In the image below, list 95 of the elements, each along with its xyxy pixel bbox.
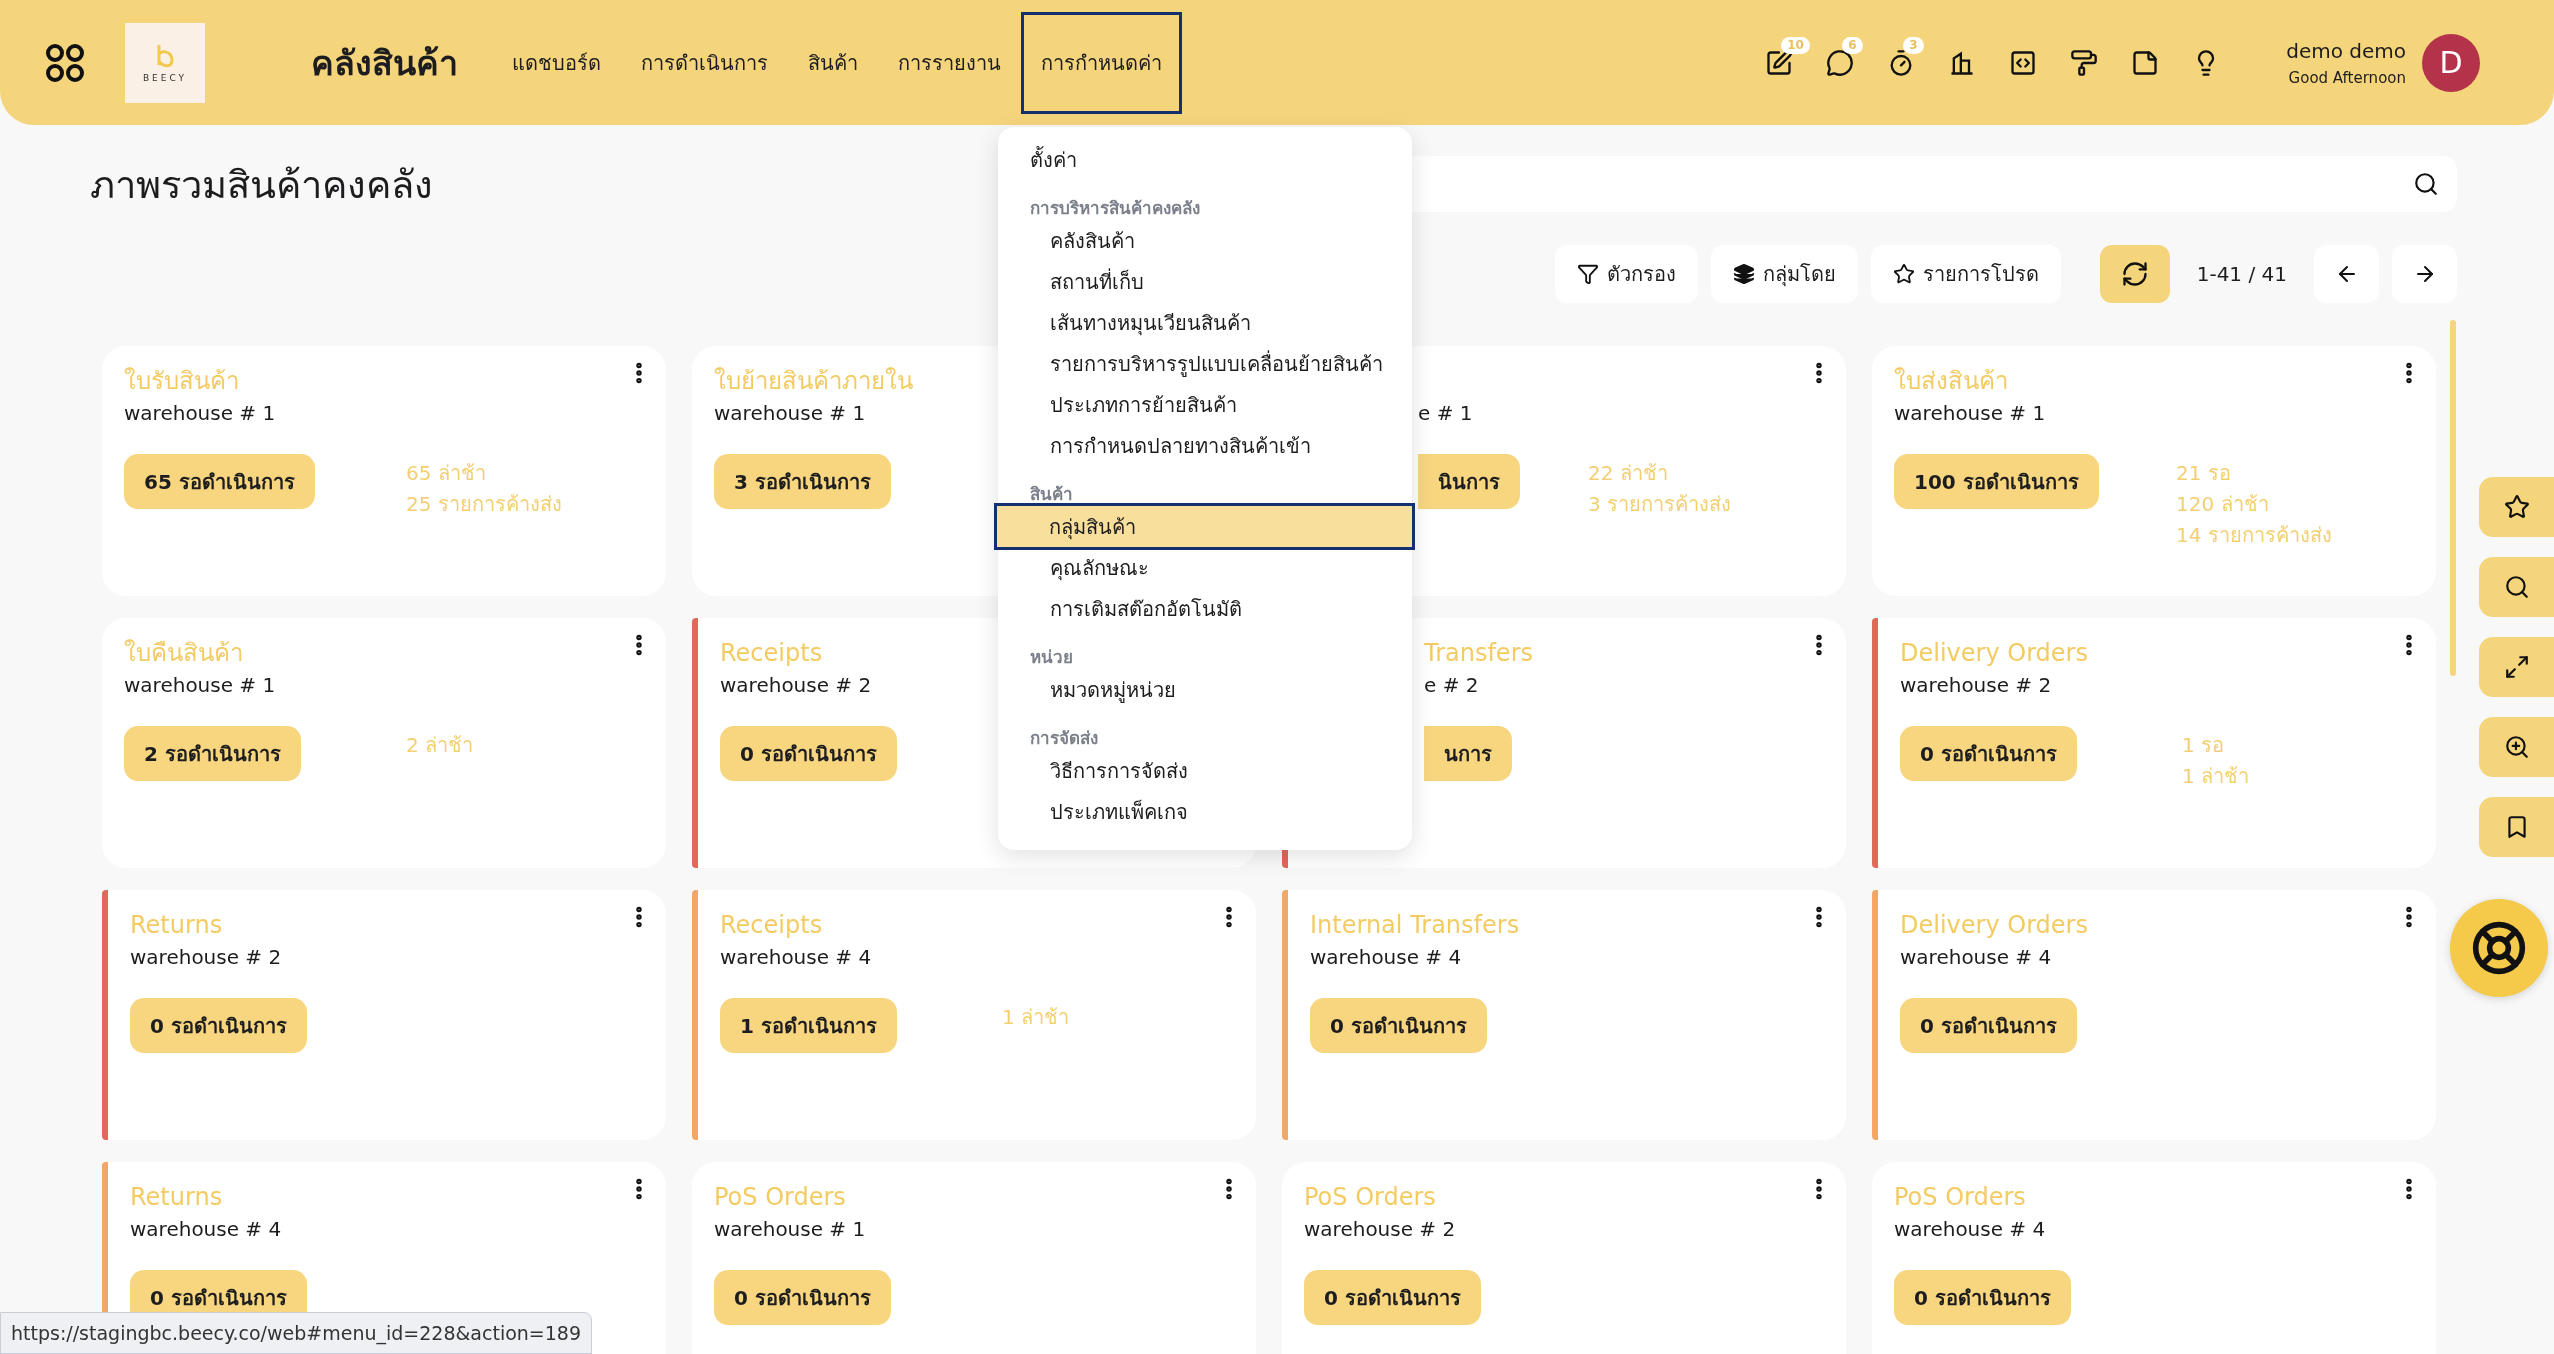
refresh-icon xyxy=(2120,260,2149,288)
warehouse-label: warehouse # 4 xyxy=(720,944,872,971)
warehouse-label: warehouse # 4 xyxy=(130,1216,282,1243)
overview-card[interactable]: ใบรับสินค้า warehouse # 1 65 รอดำเนินการ 65 ล่าช้า 25 รายการค้างส่ง xyxy=(102,346,666,596)
overview-card[interactable]: Returns warehouse # 2 0 รอดำเนินการ xyxy=(102,890,666,1140)
warehouse-label: warehouse # 1 xyxy=(714,1216,866,1243)
filter-icon xyxy=(1576,263,1599,285)
overview-card[interactable]: PoS Orders warehouse # 4 0 รอดำเนินการ xyxy=(1872,1162,2436,1354)
greeting-text: Good Afternoon xyxy=(2288,68,2406,87)
count-badge: 3 xyxy=(1903,36,1924,54)
pending-button[interactable]: 0 รอดำเนินการ xyxy=(720,726,897,781)
menu-section-header: สินค้า xyxy=(1029,482,1074,506)
zoom-in-icon xyxy=(2503,734,2530,760)
favorite-button[interactable] xyxy=(2479,477,2554,537)
pending-button[interactable]: 0 รอดำเนินการ xyxy=(1900,998,2077,1053)
pending-button[interactable]: 1 รอดำเนินการ xyxy=(720,998,897,1053)
link-url-tooltip: https://stagingbc.beecy.co/web#menu_id=228&action=189 xyxy=(0,1312,593,1354)
user-avatar[interactable]: D xyxy=(2422,33,2480,92)
menu-section-header: หน่วย xyxy=(1029,645,1074,669)
logo-text: BEECY xyxy=(142,72,188,83)
overview-card[interactable]: ใบคืนสินค้า warehouse # 1 2 รอดำเนินการ 2 ล่าช้า xyxy=(102,618,666,868)
nav-menu-item[interactable]: การรายงาน xyxy=(878,11,1021,114)
lifebuoy-icon xyxy=(2471,920,2527,976)
warehouse-label: warehouse # 2 xyxy=(1900,672,2052,699)
zoom-in-button[interactable] xyxy=(2479,717,2554,777)
menu-item[interactable]: กลุ่มสินค้า xyxy=(997,506,1412,547)
expand-icon xyxy=(2503,654,2530,680)
overview-card[interactable]: ใบส่งสินค้า warehouse # 1 100 รอดำเนินการ 21 รอ 120 ล่าช้า 14 รายการค้างส่ง xyxy=(1872,346,2436,596)
search-button[interactable] xyxy=(2479,557,2554,617)
overview-card[interactable]: Internal Transfers warehouse # 4 0 รอดำเนินการ xyxy=(1282,890,1846,1140)
pending-button[interactable]: 2 รอดำเนินการ xyxy=(124,726,301,781)
chat-icon[interactable] xyxy=(1826,48,1855,77)
expand-button[interactable] xyxy=(2479,637,2554,697)
nav-menu-item[interactable]: แดชบอร์ด xyxy=(492,11,621,114)
nav-menu-item[interactable]: การดำเนินการ xyxy=(621,11,788,114)
warehouse-label: warehouse # 1 xyxy=(124,400,276,427)
edit-icon[interactable] xyxy=(1765,48,1794,77)
overview-card[interactable]: Receipts warehouse # 4 1 รอดำเนินการ 1 ล่าช้า xyxy=(692,890,1256,1140)
warehouse-label: warehouse # 1 xyxy=(1894,400,2046,427)
overview-card[interactable]: Delivery Orders warehouse # 4 0 รอดำเนินการ xyxy=(1872,890,2436,1140)
menu-item[interactable]: สถานที่เก็บ xyxy=(998,261,1412,302)
star-icon xyxy=(1892,263,1915,285)
warehouse-label: warehouse # 1 xyxy=(714,400,866,427)
layers-icon xyxy=(1732,263,1755,285)
paint-roller-icon[interactable] xyxy=(2070,48,2099,77)
menu-section-header: การบริหารสินค้าคงคลัง xyxy=(1029,196,1201,220)
pending-button[interactable]: นการ xyxy=(1424,726,1512,781)
search-icon xyxy=(2413,171,2439,197)
pending-button[interactable]: นินการ xyxy=(1418,454,1520,509)
warehouse-label: warehouse # 2 xyxy=(720,672,872,699)
app-title: คลังสินค้า xyxy=(311,41,458,85)
count-badge: 10 xyxy=(1781,36,1810,54)
toolbar-button[interactable]: รายการโปรด xyxy=(1870,245,2061,303)
pending-button[interactable]: 0 รอดำเนินการ xyxy=(130,998,307,1053)
pending-button[interactable]: 0 รอดำเนินการ xyxy=(1894,1270,2071,1325)
search-icon xyxy=(2503,574,2530,600)
warehouse-label: warehouse # 4 xyxy=(1894,1216,2046,1243)
company-logo[interactable]: BEECY xyxy=(125,22,205,103)
code-icon[interactable] xyxy=(2009,48,2038,77)
pending-button[interactable]: 0 รอดำเนินการ xyxy=(714,1270,891,1325)
refresh-button[interactable] xyxy=(2099,245,2170,303)
overview-card[interactable]: PoS Orders warehouse # 2 0 รอดำเนินการ xyxy=(1282,1162,1846,1354)
pending-button[interactable]: 100 รอดำเนินการ xyxy=(1894,454,2099,509)
pending-button[interactable]: 0 รอดำเนินการ xyxy=(1304,1270,1481,1325)
menu-item[interactable]: คลังสินค้า xyxy=(998,220,1412,261)
toolbar-button[interactable]: ตัวกรอง xyxy=(1554,245,1698,303)
warehouse-label: warehouse # 2 xyxy=(1304,1216,1456,1243)
user-name: demo demo xyxy=(2286,38,2406,63)
pending-button[interactable]: 0 รอดำเนินการ xyxy=(1310,998,1487,1053)
help-button[interactable] xyxy=(2450,899,2548,997)
warehouse-label: warehouse # 4 xyxy=(1900,944,2052,971)
scrollbar[interactable] xyxy=(2450,320,2456,676)
sticky-note-icon[interactable] xyxy=(2131,48,2160,77)
count-badge: 6 xyxy=(1842,36,1863,54)
nav-menu-item[interactable]: การกำหนดค่า xyxy=(1021,11,1182,114)
app-grid-icon[interactable] xyxy=(45,42,85,83)
warehouse-label: e # 1 xyxy=(1418,400,1473,427)
menu-item[interactable]: เส้นทางหมุนเวียนสินค้า xyxy=(998,302,1412,343)
warehouse-label: warehouse # 1 xyxy=(124,672,276,699)
menu-section-header: การจัดส่ง xyxy=(1029,726,1099,750)
toolbar-button[interactable]: กลุ่มโดย xyxy=(1710,245,1858,303)
warehouse-label: warehouse # 2 xyxy=(130,944,282,971)
pending-button[interactable]: 3 รอดำเนินการ xyxy=(714,454,891,509)
overview-card[interactable]: PoS Orders warehouse # 1 0 รอดำเนินการ xyxy=(692,1162,1256,1354)
pending-button[interactable]: 65 รอดำเนินการ xyxy=(124,454,315,509)
nav-menu-item[interactable]: สินค้า xyxy=(788,11,878,114)
menu-item[interactable]: ตั้งค่า xyxy=(998,139,1412,180)
pending-button[interactable]: 0 รอดำเนินการ xyxy=(1900,726,2077,781)
star-icon xyxy=(2503,494,2530,520)
warehouse-label: warehouse # 4 xyxy=(1310,944,1462,971)
bookmark-button[interactable] xyxy=(2479,797,2554,857)
warehouse-label: e # 2 xyxy=(1424,672,1479,699)
pager-text: 1-41 / 41 xyxy=(2196,262,2287,286)
page-title: ภาพรวมสินค้าคงคลัง xyxy=(90,161,433,209)
overview-card[interactable]: Delivery Orders warehouse # 2 0 รอดำเนินการ 1 รอ 1 ล่าช้า xyxy=(1872,618,2436,868)
